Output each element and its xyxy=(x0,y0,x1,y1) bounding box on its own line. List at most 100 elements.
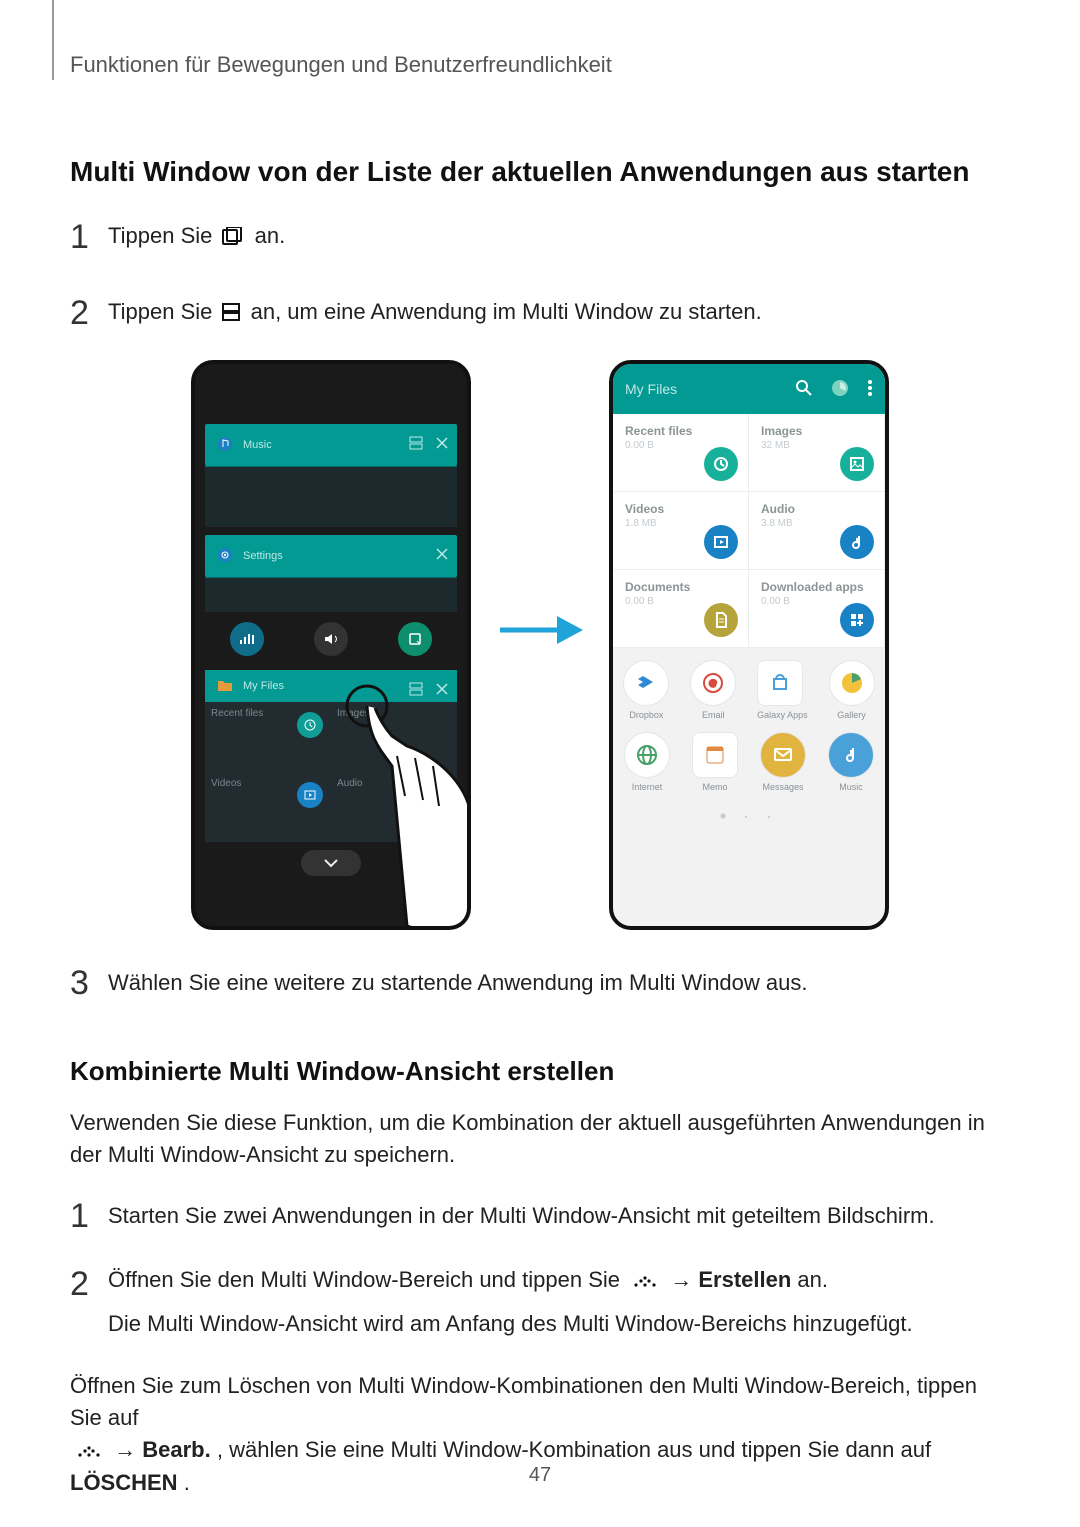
step1-post: an. xyxy=(255,223,286,248)
files-videos: Videos xyxy=(205,772,331,842)
split-window-icon xyxy=(222,301,240,327)
files-label: My Files xyxy=(243,680,284,692)
page-indicator-dots: • · · xyxy=(613,806,885,827)
phone-left: Music Settings xyxy=(191,360,471,930)
recent-icon xyxy=(704,447,738,481)
cat-audio: Audio3.8 MB xyxy=(749,492,885,570)
files-card: My Files xyxy=(205,670,457,702)
step3-text: Wählen Sie eine weitere zu startende Anw… xyxy=(108,970,807,996)
s2-step2-sub: Die Multi Window-Ansicht wird am Anfang … xyxy=(108,1308,913,1340)
s2-step2-arrow: → xyxy=(670,1267,698,1292)
s2-step2-post: an. xyxy=(797,1267,828,1292)
gallery-label: Gallery xyxy=(829,710,875,720)
chevron-down-icon xyxy=(301,850,361,876)
page-number: 47 xyxy=(0,1464,1080,1487)
apps-icon xyxy=(840,603,874,637)
tray-handle-icon xyxy=(76,1435,102,1467)
outro-bold1: Bearb. xyxy=(142,1437,210,1462)
section2-intro: Verwenden Sie diese Funktion, um die Kom… xyxy=(70,1107,1010,1171)
category-grid: Recent files0.00 B Images32 MB Videos1.8… xyxy=(613,414,885,648)
image-icon xyxy=(840,447,874,481)
music-app-label: Music xyxy=(828,782,874,792)
s2-step2-bold: Erstellen xyxy=(698,1267,791,1292)
music-app-icon xyxy=(828,732,874,778)
close-icon xyxy=(435,682,449,696)
video-icon xyxy=(704,525,738,559)
email-label: Email xyxy=(690,710,736,720)
galaxy-apps-icon xyxy=(757,660,803,706)
chapter-marker xyxy=(52,0,54,80)
outro-pre: Öffnen Sie zum Löschen von Multi Window-… xyxy=(70,1373,977,1430)
settings-body xyxy=(205,577,457,612)
s2-step2-number: 2 xyxy=(70,1267,108,1301)
storage-icon xyxy=(831,379,849,400)
files-recent: Recent files xyxy=(205,702,331,772)
recent-apps-icon xyxy=(222,225,244,251)
messages-label: Messages xyxy=(760,782,806,792)
memo-icon xyxy=(692,732,738,778)
files-images: Images xyxy=(331,702,457,772)
myfiles-title: My Files xyxy=(625,381,677,397)
s2-step2-text: Öffnen Sie den Multi Window-Bereich und … xyxy=(108,1267,913,1340)
step2-pre: Tippen Sie xyxy=(108,299,218,324)
s2-step2-pre: Öffnen Sie den Multi Window-Bereich und … xyxy=(108,1267,626,1292)
step1-number: 1 xyxy=(70,220,108,254)
dropbox-label: Dropbox xyxy=(623,710,669,720)
music-body xyxy=(205,466,457,527)
sound-icon xyxy=(314,622,348,656)
step2-text: Tippen Sie an, um eine Anwendung im Mult… xyxy=(108,299,762,326)
arrow-right-icon xyxy=(495,610,585,650)
audio-icon xyxy=(840,525,874,559)
internet-icon xyxy=(624,732,670,778)
step1-text: Tippen Sie an. xyxy=(108,223,285,250)
gallery-icon xyxy=(829,660,875,706)
split-window-icon xyxy=(409,682,423,696)
close-icon xyxy=(435,547,449,561)
music-label: Music xyxy=(243,439,272,451)
folder-icon xyxy=(217,678,233,695)
cat-images: Images32 MB xyxy=(749,414,885,492)
shortcut-row-1: Dropbox Email Galaxy Apps Gallery xyxy=(613,660,885,720)
outro-mid: , wählen Sie eine Multi Window-Kombinati… xyxy=(217,1437,931,1462)
files-grid: Recent files Images Videos Audio xyxy=(205,702,457,842)
memo-label: Memo xyxy=(692,782,738,792)
email-icon xyxy=(690,660,736,706)
rotate-icon xyxy=(398,622,432,656)
split-window-icon xyxy=(409,436,423,450)
step2-post: an, um eine Anwendung im Multi Window zu… xyxy=(251,299,762,324)
cat-documents: Documents0.00 B xyxy=(613,570,749,648)
myfiles-header: My Files xyxy=(613,364,885,414)
signal-icon xyxy=(230,622,264,656)
s2-step1-number: 1 xyxy=(70,1199,108,1233)
outro-arrow: → xyxy=(114,1437,142,1462)
section1-heading: Multi Window von der Liste der aktuellen… xyxy=(70,156,1010,188)
s2-step1-text: Starten Sie zwei Anwendungen in der Mult… xyxy=(108,1203,935,1229)
illustration-row: Music Settings xyxy=(70,360,1010,930)
files-audio: Audio xyxy=(331,772,457,842)
settings-label: Settings xyxy=(243,550,283,562)
shortcut-row-2: Internet Memo Messages Music xyxy=(613,732,885,792)
chapter-title: Funktionen für Bewegungen und Benutzerfr… xyxy=(70,52,1010,78)
gear-icon xyxy=(217,547,233,566)
step2-number: 2 xyxy=(70,296,108,330)
tray-handle-icon xyxy=(632,1268,658,1294)
cat-recent: Recent files0.00 B xyxy=(613,414,749,492)
dropbox-icon xyxy=(623,660,669,706)
step1-pre: Tippen Sie xyxy=(108,223,218,248)
section2-heading: Kombinierte Multi Window-Ansicht erstell… xyxy=(70,1056,1010,1087)
settings-card: Settings xyxy=(205,535,457,577)
step3-number: 3 xyxy=(70,966,108,1000)
music-icon xyxy=(217,436,233,455)
cat-downloads: Downloaded apps0.00 B xyxy=(749,570,885,648)
search-icon xyxy=(795,379,813,400)
cat-videos: Videos1.8 MB xyxy=(613,492,749,570)
internet-label: Internet xyxy=(624,782,670,792)
close-icon xyxy=(435,436,449,450)
more-icon xyxy=(867,379,873,400)
quick-row xyxy=(205,622,457,656)
phone-right: My Files Recent files0.00 B Images32 MB xyxy=(609,360,889,930)
recent-icon xyxy=(297,712,323,738)
music-card: Music xyxy=(205,424,457,466)
video-icon xyxy=(297,782,323,808)
doc-icon xyxy=(704,603,738,637)
